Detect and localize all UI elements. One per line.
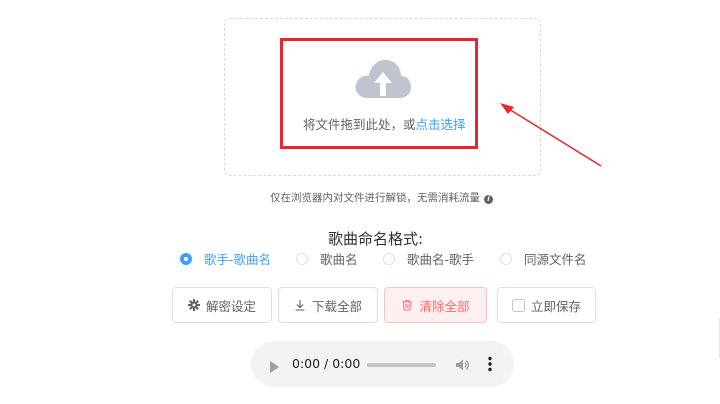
save-now-button[interactable]: 立即保存	[497, 287, 596, 323]
naming-format-radio-group: 歌手-歌曲名 歌曲名 歌曲名-歌手 同源文件名	[0, 249, 720, 267]
hint-text: 仅在浏览器内对文件进行解锁，无需消耗流量	[270, 192, 480, 204]
radio-artist-title[interactable]: 歌手-歌曲名	[180, 249, 271, 268]
gear-icon	[187, 299, 200, 311]
radio-indicator	[296, 252, 308, 265]
checkbox-icon	[511, 298, 525, 312]
radio-indicator	[180, 252, 192, 265]
decrypt-settings-button[interactable]: 解密设定	[172, 287, 272, 323]
decrypt-settings-label: 解密设定	[205, 298, 256, 314]
clear-all-label: 清除全部	[419, 298, 470, 314]
audio-progress-bar[interactable]	[367, 363, 436, 367]
radio-indicator	[383, 252, 395, 265]
clear-all-button[interactable]: 清除全部	[384, 287, 487, 323]
download-icon	[294, 299, 306, 311]
annotation-highlight-box	[280, 38, 478, 149]
annotation-arrow	[500, 103, 602, 167]
radio-label: 歌手-歌曲名	[204, 252, 272, 267]
naming-format-title: 歌曲命名格式:	[328, 230, 424, 248]
trash-icon	[401, 299, 413, 311]
radio-label: 歌曲名	[320, 252, 358, 267]
download-all-label: 下载全部	[311, 298, 362, 314]
radio-title[interactable]: 歌曲名	[296, 249, 358, 268]
info-icon[interactable]: i	[484, 195, 493, 204]
download-all-button[interactable]: 下载全部	[278, 287, 378, 323]
radio-label: 歌曲名-歌手	[407, 252, 475, 267]
radio-same-filename[interactable]: 同源文件名	[500, 249, 587, 268]
radio-label: 同源文件名	[524, 252, 587, 267]
more-vertical-icon[interactable]	[488, 356, 492, 376]
audio-time: 0:00 / 0:00	[292, 356, 361, 371]
hint-text-row: 仅在浏览器内对文件进行解锁，无需消耗流量 i	[270, 190, 493, 205]
play-icon[interactable]	[269, 358, 279, 377]
save-now-label: 立即保存	[530, 298, 581, 314]
radio-title-artist[interactable]: 歌曲名-歌手	[383, 249, 474, 268]
radio-indicator	[500, 252, 512, 265]
audio-player: 0:00 / 0:00	[251, 341, 514, 387]
volume-icon[interactable]	[455, 357, 470, 376]
